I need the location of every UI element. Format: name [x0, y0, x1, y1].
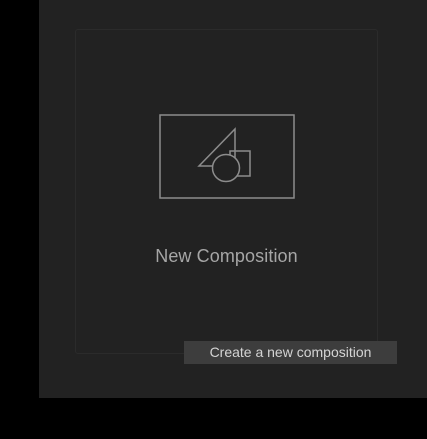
composition-shapes-icon — [159, 114, 295, 199]
new-composition-card[interactable]: New Composition — [75, 29, 378, 354]
new-composition-label: New Composition — [155, 246, 298, 266]
start-panel: New Composition Create a new composition — [39, 0, 427, 398]
tooltip: Create a new composition — [184, 341, 397, 364]
